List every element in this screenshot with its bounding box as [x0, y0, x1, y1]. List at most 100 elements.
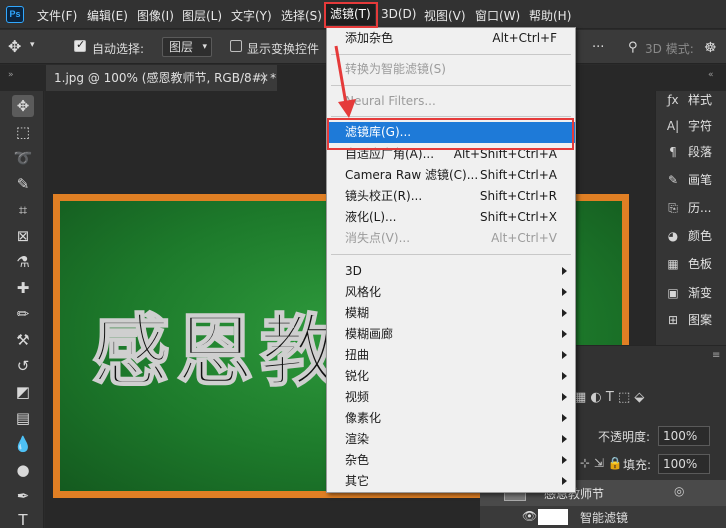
panel-character[interactable]: A| 字符	[664, 117, 726, 143]
eraser-tool-icon[interactable]: ◩	[12, 381, 34, 403]
show-transform-label: 显示变换控件	[247, 42, 320, 56]
menu-layer[interactable]: 图层(L)	[182, 7, 222, 24]
menu-item-neural-filters[interactable]: Neural Filters...	[327, 91, 575, 112]
menu-item-video[interactable]: 视频	[327, 387, 575, 408]
document-tab[interactable]: 1.jpg @ 100% (感恩教师节, RGB/8#) * ✕	[46, 65, 277, 91]
move-tool-icon[interactable]: ✥	[12, 95, 34, 117]
color-icon: ◕	[667, 229, 679, 243]
submenu-arrow-icon	[562, 351, 567, 359]
panel-brush[interactable]: ✎ 画笔	[664, 171, 726, 197]
pattern-icon: ⊞	[667, 313, 679, 327]
quick-select-tool-icon[interactable]: ✎	[12, 173, 34, 195]
menu-item-noise[interactable]: 杂色	[327, 450, 575, 471]
annotation-arrow-icon	[334, 45, 356, 118]
visibility-eye-icon[interactable]: 👁	[522, 509, 537, 523]
pen-tool-icon[interactable]: ✒	[12, 485, 34, 507]
submenu-arrow-icon	[562, 330, 567, 338]
opacity-input[interactable]: 100%	[658, 426, 710, 446]
menu-item-distort[interactable]: 扭曲	[327, 345, 575, 366]
swatches-icon: ▦	[667, 257, 679, 271]
menu-type[interactable]: 文字(Y)	[231, 7, 272, 24]
smart-filter-row[interactable]: 👁 智能滤镜	[480, 506, 726, 528]
panel-styles[interactable]: ƒx 样式	[664, 91, 726, 117]
menu-item-pixelate[interactable]: 像素化	[327, 408, 575, 429]
menu-item-blur[interactable]: 模糊	[327, 303, 575, 324]
frame-tool-icon[interactable]: ⊠	[12, 225, 34, 247]
menu-item-render[interactable]: 渲染	[327, 429, 575, 450]
panel-history[interactable]: ⎘ 历...	[664, 199, 726, 225]
menu-separator	[331, 54, 571, 55]
panel-menu-icon[interactable]: ≡	[712, 350, 720, 361]
menu-item-sharpen[interactable]: 锐化	[327, 366, 575, 387]
show-transform-checkbox[interactable]	[230, 40, 242, 52]
menu-edit[interactable]: 编辑(E)	[87, 7, 128, 24]
move-tool-icon[interactable]: ✥	[8, 37, 21, 56]
fill-input[interactable]: 100%	[658, 454, 710, 474]
submenu-arrow-icon	[562, 309, 567, 317]
auto-select-checkbox[interactable]	[74, 38, 86, 52]
menu-item-blur-gallery[interactable]: 模糊画廊	[327, 324, 575, 345]
history-brush-tool-icon[interactable]: ↺	[12, 355, 34, 377]
clone-stamp-tool-icon[interactable]: ⚒	[12, 329, 34, 351]
menu-item-vanishing-point[interactable]: 消失点(V)... Alt+Ctrl+V	[327, 228, 575, 249]
close-tab-icon[interactable]: ✕	[259, 65, 269, 91]
history-icon: ⎘	[668, 201, 678, 215]
panel-pattern[interactable]: ⊞ 图案	[664, 311, 726, 337]
eyedropper-tool-icon[interactable]: ⚗	[12, 251, 34, 273]
lock-icons[interactable]: ⊹ ⇲ 🔒	[580, 456, 623, 470]
menu-item-3d[interactable]: 3D	[327, 261, 575, 282]
search-icon[interactable]: ⚲	[628, 40, 638, 55]
brush-tool-icon[interactable]: ✏	[12, 303, 34, 325]
menu-window[interactable]: 窗口(W)	[475, 7, 520, 24]
camera-3d-icon[interactable]: ☸	[704, 40, 717, 56]
menu-item-stylize[interactable]: 风格化	[327, 282, 575, 303]
type-tool-icon[interactable]: T	[12, 509, 34, 528]
tools-panel: ✥ ⬚ ➰ ✎ ⌗ ⊠ ⚗ ✚ ✏ ⚒ ↺ ◩ ▤ 💧 ● ✒ T	[0, 91, 44, 528]
annotation-box-filter-menu	[324, 2, 378, 28]
submenu-arrow-icon	[562, 435, 567, 443]
gradient-tool-icon[interactable]: ▤	[12, 407, 34, 429]
menu-separator	[331, 116, 571, 117]
menu-image[interactable]: 图像(I)	[137, 7, 174, 24]
brush-icon: ✎	[667, 173, 679, 187]
filter-mask-thumbnail	[538, 509, 568, 525]
submenu-arrow-icon	[562, 288, 567, 296]
menu-separator	[331, 254, 571, 255]
tool-preset-chevron-icon[interactable]: ▾	[30, 40, 35, 50]
submenu-arrow-icon	[562, 393, 567, 401]
paragraph-icon: ¶	[669, 145, 677, 159]
marquee-tool-icon[interactable]: ⬚	[12, 121, 34, 143]
submenu-arrow-icon	[562, 372, 567, 380]
menu-item-add-noise[interactable]: 添加杂色 Alt+Ctrl+F	[327, 28, 575, 49]
menu-item-lens-correction[interactable]: 镜头校正(R)... Shift+Ctrl+R	[327, 186, 575, 207]
submenu-arrow-icon	[562, 414, 567, 422]
menu-item-camera-raw[interactable]: Camera Raw 滤镜(C)... Shift+Ctrl+A	[327, 165, 575, 186]
crop-tool-icon[interactable]: ⌗	[12, 199, 34, 221]
menu-view[interactable]: 视图(V)	[424, 7, 466, 24]
fill-label: 填充:	[623, 458, 652, 472]
panel-gradient[interactable]: ▣ 渐变	[664, 284, 726, 310]
menu-3d[interactable]: 3D(D)	[381, 7, 416, 21]
collapse-toolbar-icon[interactable]: »	[8, 70, 14, 80]
menu-item-liquify[interactable]: 液化(L)... Shift+Ctrl+X	[327, 207, 575, 228]
layer-select-dropdown[interactable]: 图层 ▾	[162, 37, 212, 57]
more-options-icon[interactable]: ···	[592, 40, 604, 55]
blur-tool-icon[interactable]: 💧	[12, 433, 34, 455]
panel-color[interactable]: ◕ 颜色	[664, 227, 726, 253]
layer-filter-icons[interactable]: ▦ ◐ T ⬚ ⬙	[574, 390, 644, 405]
menu-help[interactable]: 帮助(H)	[529, 7, 571, 24]
gradient-icon: ▣	[667, 286, 679, 300]
healing-brush-tool-icon[interactable]: ✚	[12, 277, 34, 299]
panel-swatches[interactable]: ▦ 色板	[664, 255, 726, 281]
dodge-tool-icon[interactable]: ●	[12, 459, 34, 481]
collapse-panels-icon[interactable]: «	[708, 70, 714, 80]
lasso-tool-icon[interactable]: ➰	[12, 147, 34, 169]
menu-item-convert-smart-filter[interactable]: 转换为智能滤镜(S)	[327, 59, 575, 80]
menu-file[interactable]: 文件(F)	[37, 7, 77, 24]
menu-select[interactable]: 选择(S)	[281, 7, 322, 24]
annotation-box-filter-gallery	[327, 118, 574, 150]
menu-item-other[interactable]: 其它	[327, 471, 575, 492]
3d-mode-label: 3D 模式:	[645, 42, 694, 56]
document-tab-title: 1.jpg @ 100% (感恩教师节, RGB/8#) *	[54, 71, 277, 85]
panel-paragraph[interactable]: ¶ 段落	[664, 143, 726, 169]
